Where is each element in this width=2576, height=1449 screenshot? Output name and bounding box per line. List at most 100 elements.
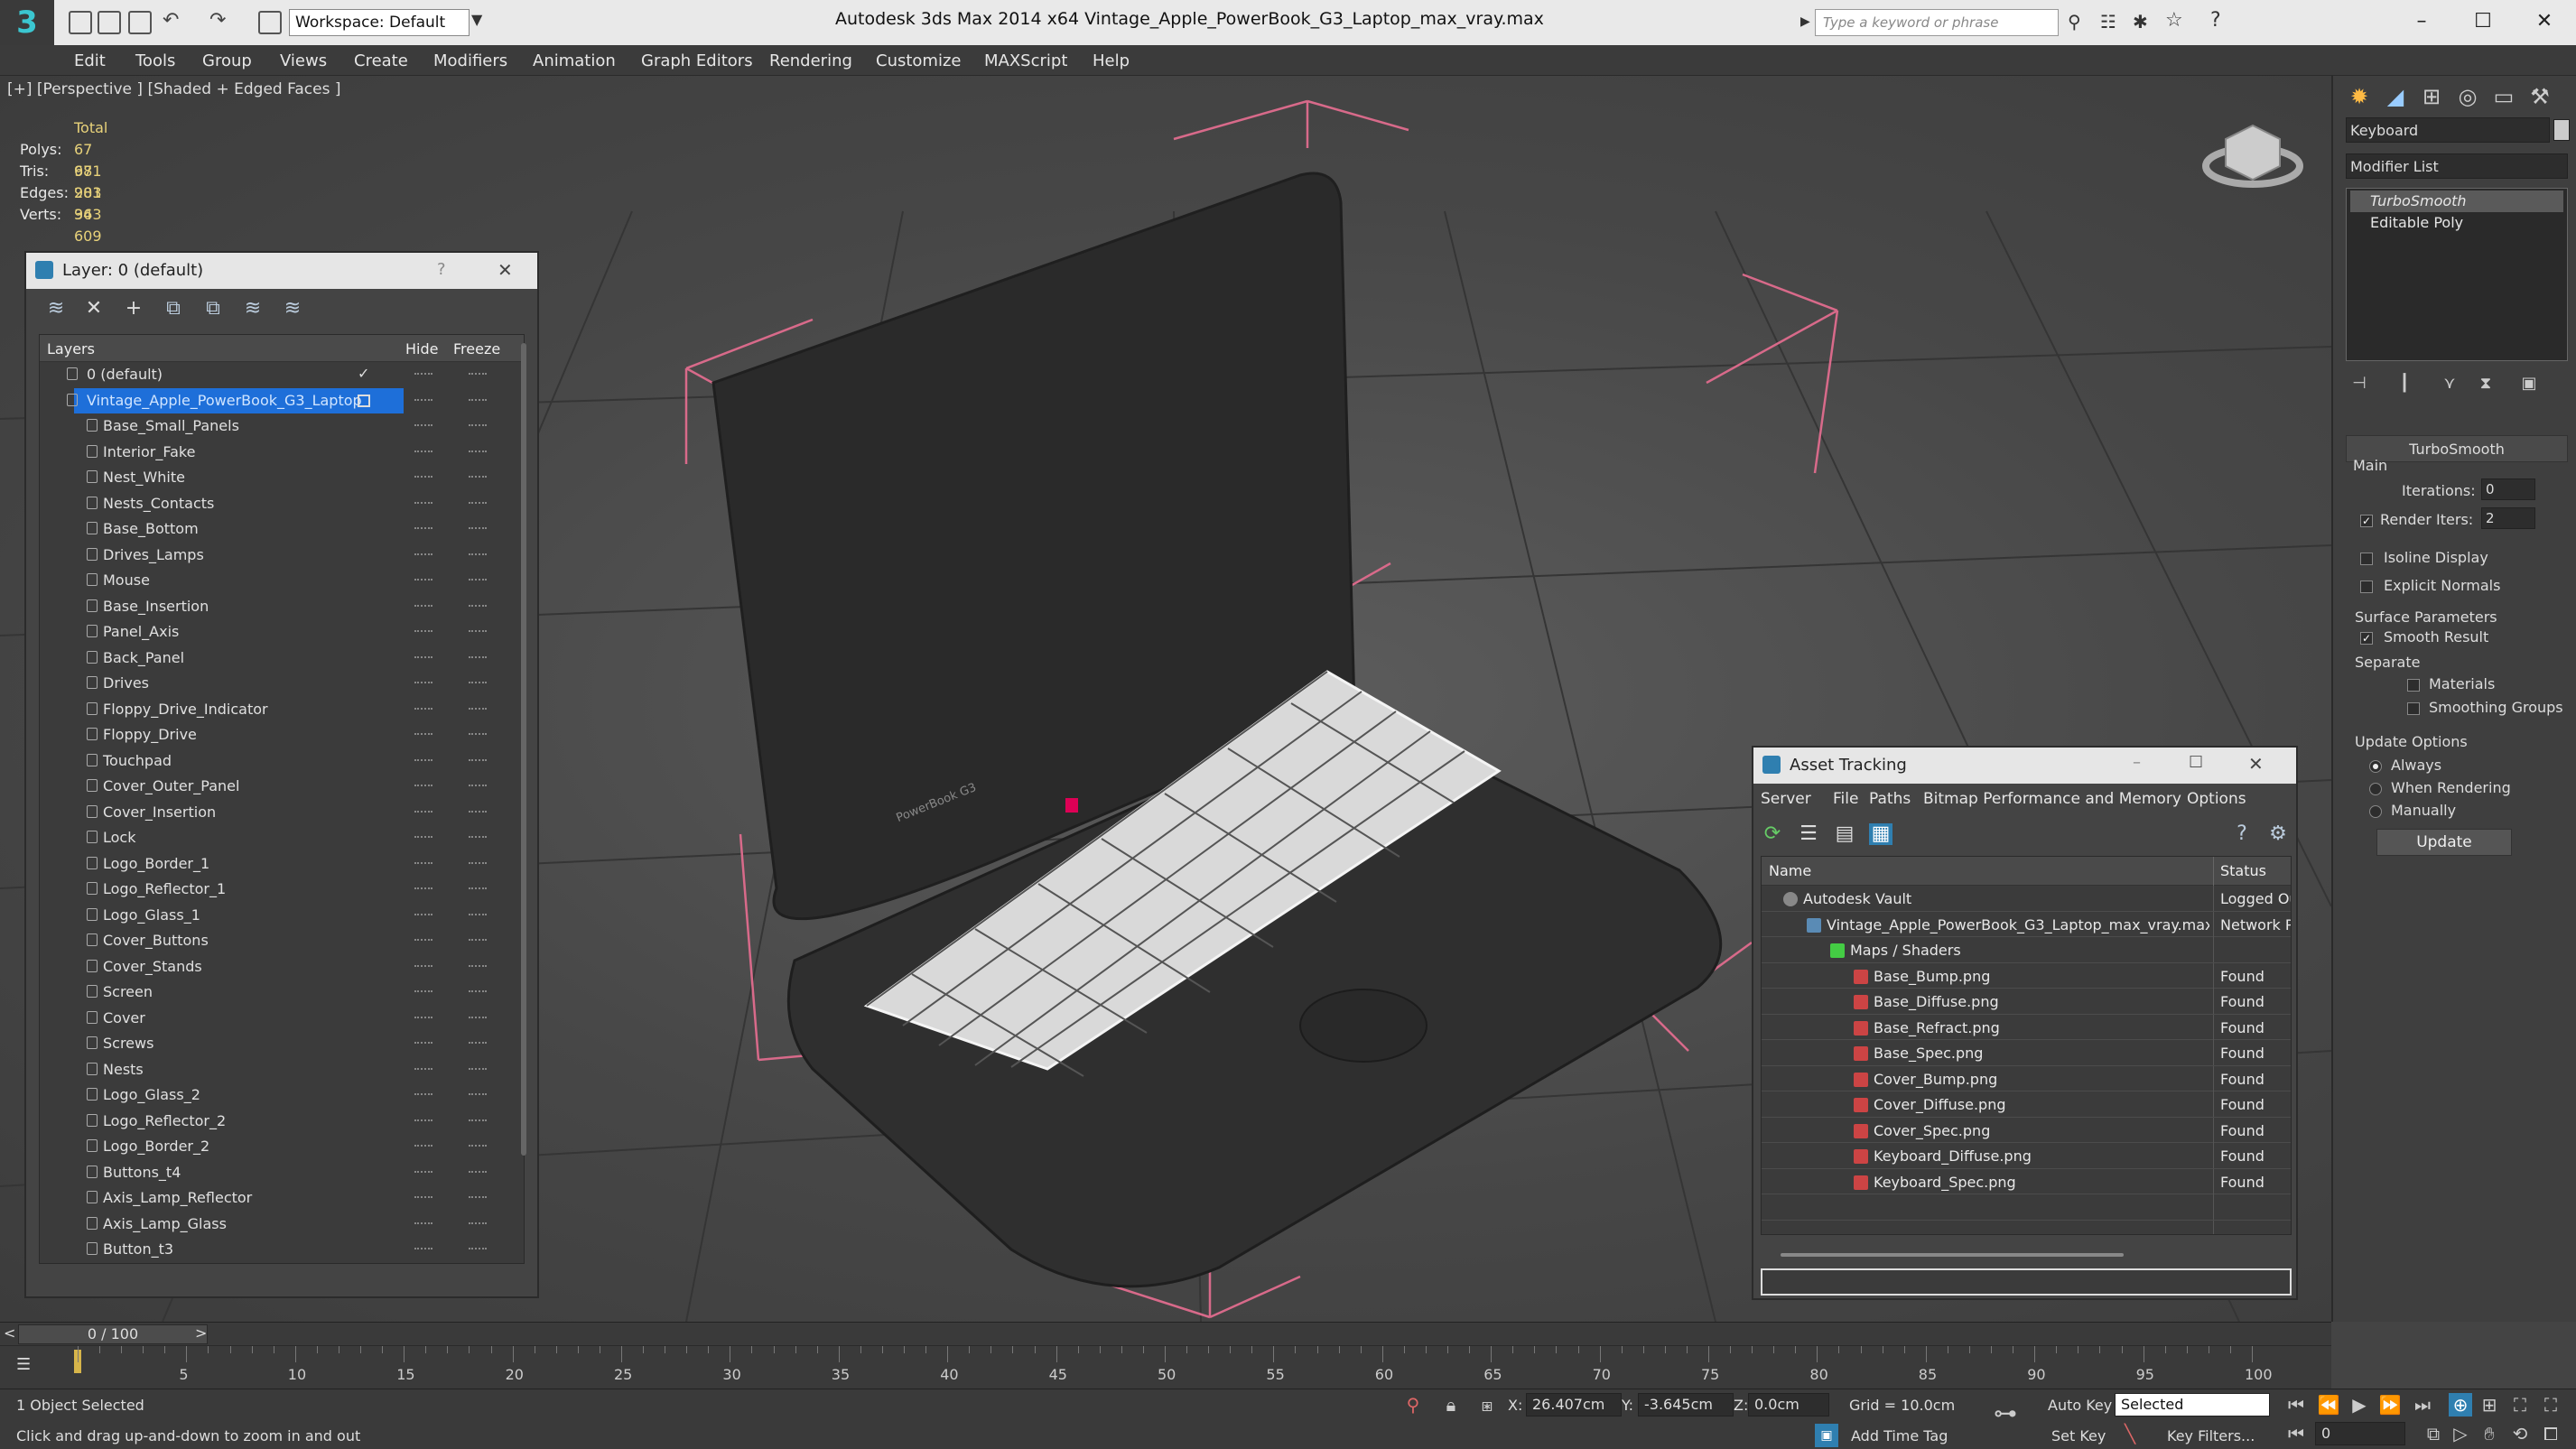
key-mode-icon[interactable]: ╲ — [2118, 1422, 2142, 1445]
close-button[interactable]: ✕ — [2525, 5, 2564, 38]
search-input[interactable]: Type a keyword or phrase — [1815, 9, 2059, 36]
pin-stack-icon[interactable]: ⊣ — [2344, 368, 2375, 399]
freeze-toggle[interactable] — [469, 553, 487, 556]
hide-toggle[interactable] — [414, 1170, 432, 1174]
hide-toggle[interactable] — [414, 682, 432, 684]
layer-row[interactable]: Logo_Glass_2 — [40, 1082, 524, 1109]
make-unique-icon[interactable]: ⋎ — [2434, 368, 2465, 399]
key-mode-toggle-icon[interactable]: ⏮ — [2284, 1422, 2308, 1445]
layer-row[interactable]: Screen — [40, 980, 524, 1006]
add-to-layer-icon[interactable]: + — [122, 298, 145, 320]
manually-radio[interactable] — [2369, 805, 2382, 818]
hide-toggle[interactable] — [414, 398, 432, 402]
menu-maxscript[interactable]: MAXScript — [984, 51, 1067, 70]
hide-all-icon[interactable]: ≋ — [241, 298, 265, 320]
x-coordinate-field[interactable]: 26.407cm — [1526, 1393, 1622, 1416]
layer-row[interactable]: Mouse — [40, 568, 524, 594]
object-color-swatch[interactable] — [2553, 119, 2570, 141]
orbit-icon[interactable]: ⟲ — [2508, 1422, 2532, 1445]
remove-modifier-icon[interactable]: ⧗ — [2470, 368, 2501, 399]
layer-row[interactable]: Logo_Border_2 — [40, 1134, 524, 1160]
search-expand-icon[interactable]: ▶ — [1800, 14, 1810, 29]
name-column-header[interactable]: Name — [1769, 862, 1811, 879]
layer-close-icon[interactable]: ✕ — [498, 259, 513, 281]
asset-path-field[interactable] — [1761, 1268, 2292, 1296]
absolute-mode-icon[interactable]: ⧆ — [1475, 1393, 1499, 1416]
freeze-toggle[interactable] — [469, 1093, 487, 1096]
freeze-toggle[interactable] — [469, 450, 487, 453]
binoculars-icon[interactable]: ⚲ — [2068, 11, 2081, 33]
explicit-normals-checkbox[interactable] — [2360, 581, 2373, 593]
asset-minimize-icon[interactable]: – — [2133, 753, 2141, 772]
help-icon[interactable]: ? — [2210, 9, 2221, 32]
hierarchy-tab-icon[interactable]: ⊞ — [2416, 81, 2447, 112]
asset-row[interactable]: Base_Bump.png Found — [1762, 962, 2291, 989]
freeze-toggle[interactable] — [469, 785, 487, 787]
selection-lock-icon[interactable]: 🔒︎ — [1439, 1393, 1463, 1416]
freeze-toggle[interactable] — [469, 810, 487, 813]
asset-menu-bitmap[interactable]: Bitmap Performance and Memory — [1923, 790, 2181, 808]
hide-toggle[interactable] — [414, 887, 432, 890]
freeze-toggle[interactable] — [469, 964, 487, 968]
layer-row[interactable]: 0 (default) ✓ — [40, 362, 524, 388]
iterations-spinner[interactable]: 0 — [2481, 478, 2535, 500]
render-iters-spinner[interactable]: 2 — [2481, 507, 2535, 529]
freeze-toggle[interactable] — [469, 733, 487, 736]
layer-row[interactable]: Button_t3 — [40, 1237, 524, 1263]
modify-tab-icon[interactable]: ◢ — [2380, 81, 2411, 112]
curve-editor-icon[interactable]: ☰ — [16, 1355, 31, 1374]
asset-horizontal-scrollbar[interactable] — [1781, 1253, 2124, 1257]
layer-row[interactable]: Drives — [40, 671, 524, 697]
freeze-toggle[interactable] — [469, 836, 487, 839]
freeze-toggle[interactable] — [469, 424, 487, 427]
communication-center-icon[interactable]: ☷ — [2100, 11, 2116, 33]
hide-toggle[interactable] — [414, 1196, 432, 1199]
asset-maximize-icon[interactable]: ☐ — [2189, 753, 2203, 772]
layer-row[interactable]: Interior_Fake — [40, 440, 524, 466]
layer-row[interactable]: Nests — [40, 1057, 524, 1083]
hide-toggle[interactable] — [414, 1067, 432, 1071]
hide-toggle[interactable] — [414, 1221, 432, 1225]
layer-row[interactable]: Logo_Glass_1 — [40, 903, 524, 929]
layers-column-header[interactable]: Layers — [47, 340, 95, 358]
menu-views[interactable]: Views — [280, 51, 327, 70]
layer-row[interactable]: Logo_Border_1 — [40, 851, 524, 878]
field-of-view-icon[interactable]: ▷ — [2449, 1422, 2472, 1445]
maximize-viewport-icon[interactable]: ⧠ — [2539, 1422, 2562, 1445]
menu-animation[interactable]: Animation — [533, 51, 616, 70]
modifier-list-dropdown[interactable]: Modifier List — [2346, 153, 2568, 179]
freeze-toggle[interactable] — [469, 1196, 487, 1199]
layer-row[interactable]: Axis_Lamp_Glass — [40, 1212, 524, 1238]
when-rendering-radio[interactable] — [2369, 783, 2382, 795]
zoom-icon[interactable]: ⊕ — [2449, 1393, 2472, 1416]
minimize-button[interactable]: – — [2402, 5, 2441, 38]
layer-row[interactable]: Nest_White — [40, 465, 524, 491]
exchange-icon[interactable]: ✱ — [2133, 11, 2148, 33]
layer-scrollbar[interactable] — [521, 343, 526, 1156]
asset-menu-file[interactable]: File — [1833, 790, 1858, 808]
layer-row[interactable]: Floppy_Drive_Indicator — [40, 697, 524, 723]
freeze-toggle[interactable] — [469, 1248, 487, 1250]
layer-row[interactable]: Nests_Contacts — [40, 491, 524, 517]
menu-group[interactable]: Group — [202, 51, 252, 70]
object-name-field[interactable]: Keyboard — [2346, 117, 2550, 143]
layer-row[interactable]: Base_Bottom — [40, 516, 524, 543]
viewport-label[interactable]: [+] [Perspective ] [Shaded + Edged Faces… — [7, 80, 340, 98]
asset-menu-server[interactable]: Server — [1761, 790, 1811, 808]
freeze-toggle[interactable] — [469, 630, 487, 633]
next-frame-icon[interactable]: > — [195, 1324, 207, 1342]
configure-sets-icon[interactable]: ▣ — [2514, 368, 2544, 399]
hide-toggle[interactable] — [414, 630, 432, 633]
asset-row[interactable]: Autodesk Vault Logged Out — [1762, 886, 2291, 912]
layer-row[interactable]: Cover — [40, 1006, 524, 1032]
hide-toggle[interactable] — [414, 939, 432, 942]
stack-item-editable-poly[interactable]: Editable Poly — [2350, 212, 2563, 234]
hide-toggle[interactable] — [414, 553, 432, 556]
isolate-selection-icon[interactable]: ⚲ — [1401, 1393, 1425, 1416]
asset-row[interactable]: Cover_Bump.png Found — [1762, 1065, 2291, 1091]
play-icon[interactable]: ▶ — [2348, 1393, 2371, 1416]
layer-window-title[interactable]: Layer: 0 (default) ? ✕ — [26, 253, 537, 289]
freeze-toggle[interactable] — [469, 373, 487, 376]
key-set-dropdown[interactable]: Selected — [2115, 1393, 2270, 1416]
smooth-result-checkbox[interactable]: ✓ — [2360, 632, 2373, 645]
